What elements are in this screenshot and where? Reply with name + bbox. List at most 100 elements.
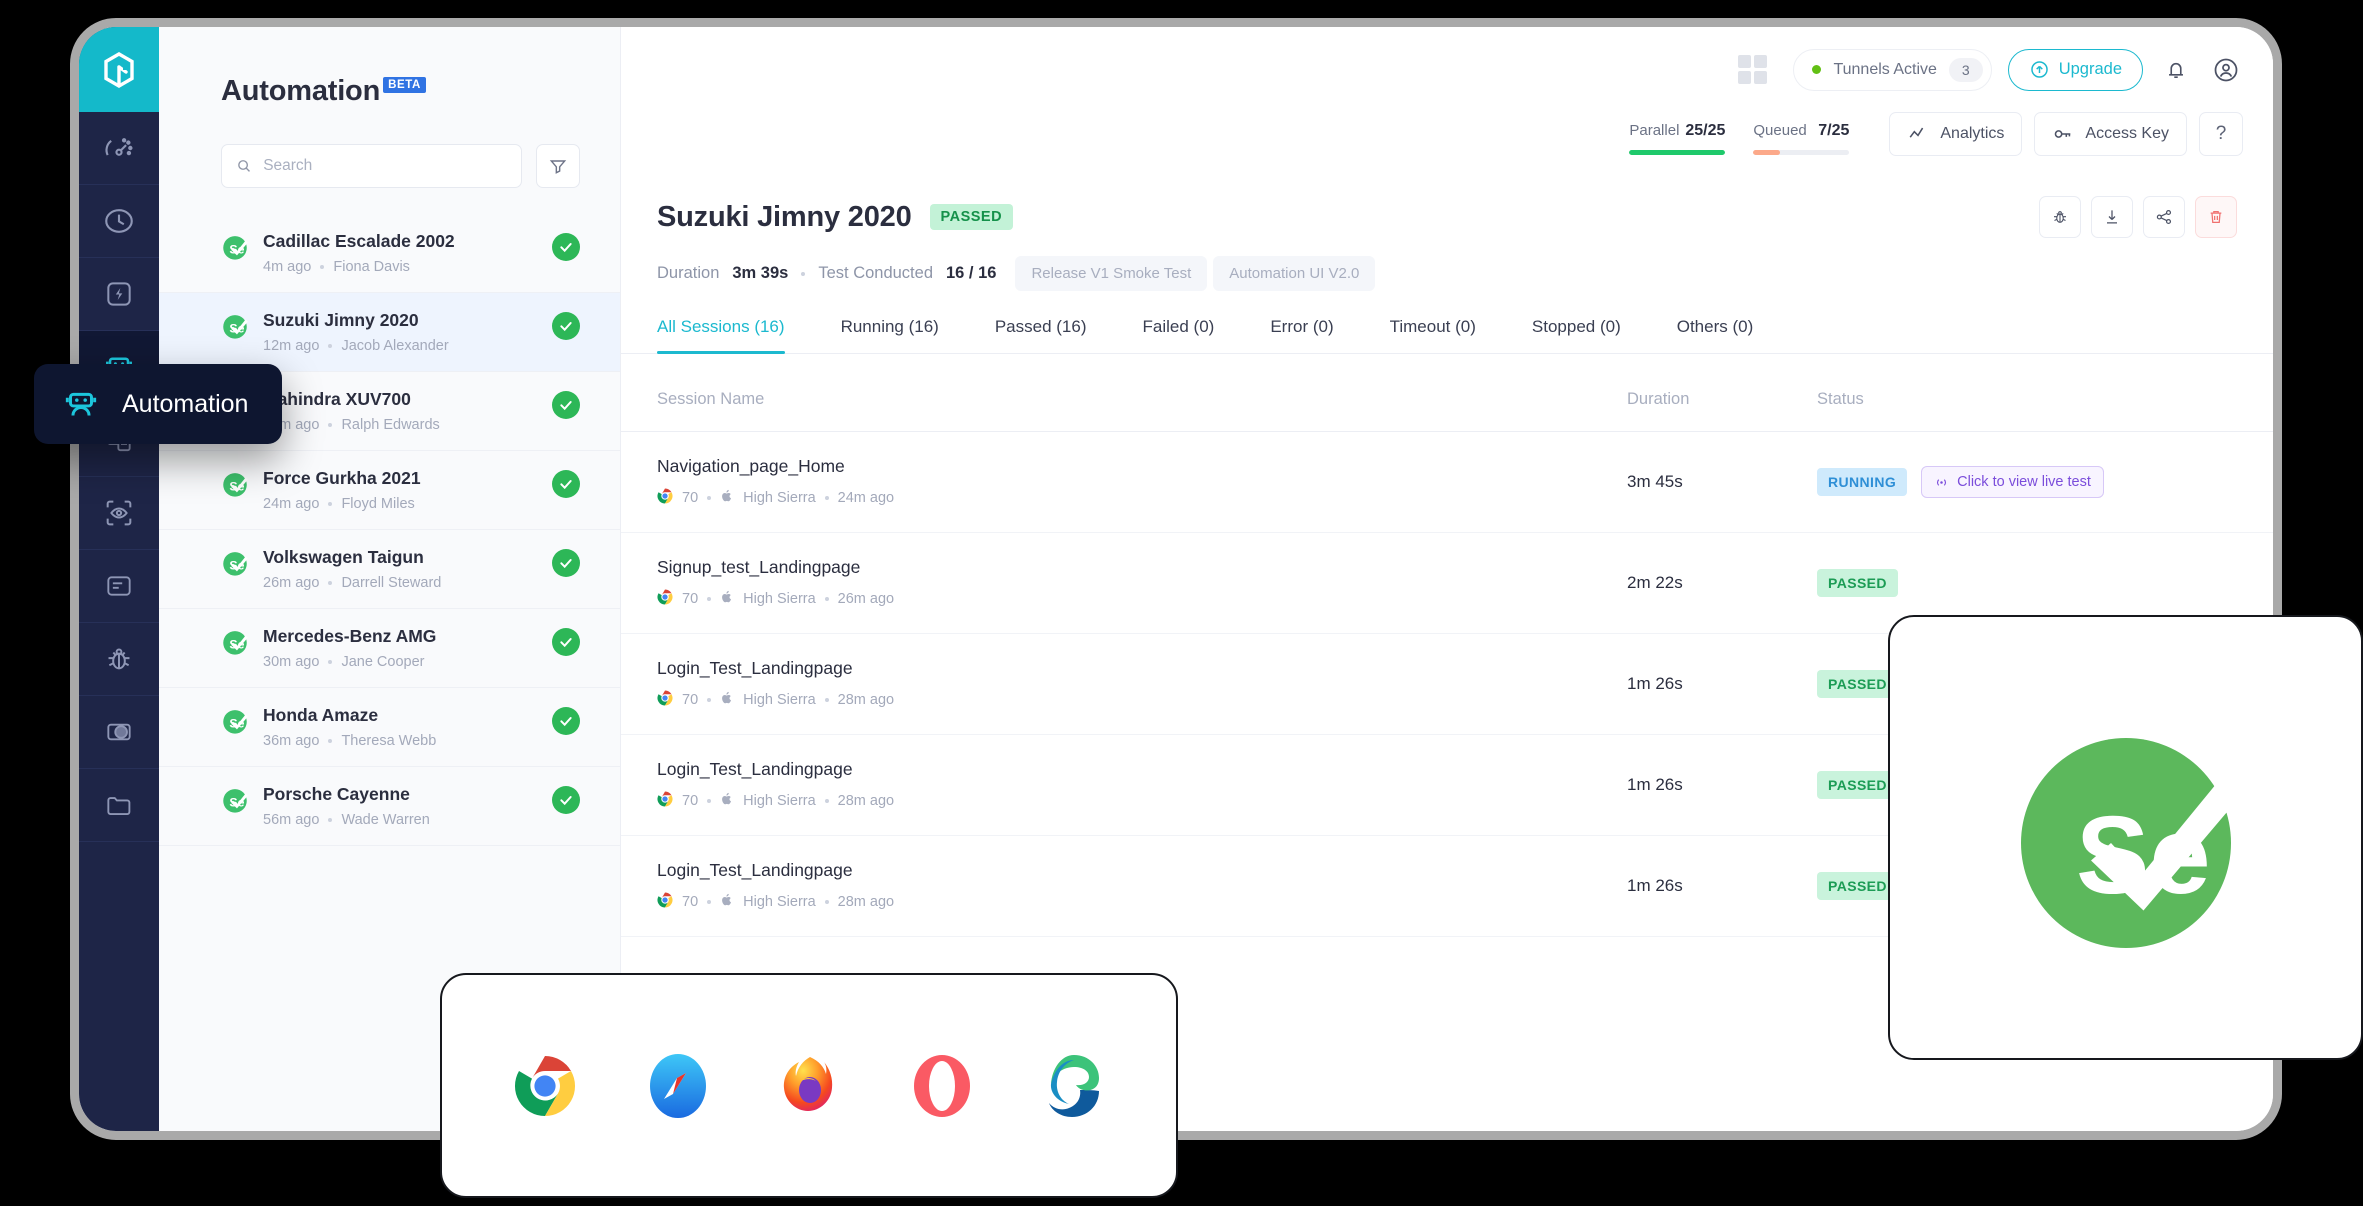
list-item[interactable]: Se Volkswagen Taigun 26m ago Darrell Ste… [159, 530, 620, 609]
top-bar: Tunnels Active 3 Upgrade [621, 27, 2273, 112]
tab-all[interactable]: All Sessions (16) [657, 317, 785, 354]
builds-panel-header: Automation BETA [159, 27, 620, 108]
tunnels-label: Tunnels Active [1833, 60, 1937, 78]
download-button[interactable] [2091, 196, 2133, 238]
tunnels-status[interactable]: Tunnels Active 3 [1793, 48, 1992, 91]
browser-support-card [440, 973, 1178, 1198]
status-badge [552, 707, 580, 735]
status-badge [552, 549, 580, 577]
selenium-badge-icon: Se [221, 628, 249, 661]
sidebar-item-history[interactable] [79, 185, 159, 258]
build-name: Honda Amaze [263, 705, 379, 725]
funnel-filter-icon [549, 160, 567, 174]
search-input[interactable] [263, 157, 507, 175]
search-box[interactable] [221, 144, 522, 188]
filter-button[interactable] [536, 144, 580, 188]
sidebar-item-appearance[interactable] [79, 696, 159, 769]
build-name: Cadillac Escalade 2002 [263, 231, 455, 251]
tooltip-label: Automation [122, 389, 249, 418]
build-meta: 26m ago Darrell Steward [263, 575, 538, 591]
build-meta: Duration 3m 39s Test Conducted 16 / 16 R… [657, 256, 2237, 291]
tab-passed[interactable]: Passed (16) [995, 317, 1087, 353]
session-name: Login_Test_Landingpage [657, 759, 853, 779]
build-tag[interactable]: Automation UI V2.0 [1213, 256, 1376, 291]
help-button[interactable]: ? [2199, 112, 2243, 156]
access-key-button[interactable]: Access Key [2034, 112, 2187, 156]
build-user: Fiona Davis [333, 259, 410, 275]
rail-item-list [79, 112, 159, 1131]
browser-icon-wrap [657, 892, 673, 912]
status-badge [552, 233, 580, 261]
upgrade-label: Upgrade [2058, 60, 2122, 78]
browser-version: 70 [682, 490, 699, 506]
notifications-button[interactable] [2159, 53, 2193, 87]
tab-timeout[interactable]: Timeout (0) [1390, 317, 1476, 353]
build-tag[interactable]: Release V1 Smoke Test [1015, 256, 1208, 291]
sidebar-item-visual-testing[interactable] [79, 477, 159, 550]
status-badge: PASSED [1817, 872, 1898, 900]
build-meta: 24m ago Floyd Miles [263, 496, 538, 512]
bell-icon [2169, 62, 2183, 78]
tab-running[interactable]: Running (16) [841, 317, 939, 353]
search-row [159, 108, 620, 188]
list-item[interactable]: Se Porsche Cayenne 56m ago Wade Warren [159, 767, 620, 846]
delete-button[interactable] [2195, 196, 2237, 238]
browser-version: 70 [682, 793, 699, 809]
grid-apps-icon[interactable] [1738, 55, 1768, 84]
build-meta: 30m ago Jane Cooper [263, 654, 538, 670]
build-user: Floyd Miles [341, 496, 415, 512]
svg-text:Se: Se [229, 558, 244, 572]
tab-others[interactable]: Others (0) [1677, 317, 1754, 353]
check-icon [560, 243, 572, 253]
parallel-value: 25/25 [1685, 122, 1726, 139]
duration-label: Duration [657, 264, 720, 282]
os-name: High Sierra [743, 591, 816, 607]
user-avatar-icon [2214, 58, 2238, 81]
session-cell-name: Login_Test_Landingpage 70 High Sierra 28… [657, 658, 1627, 710]
share-button[interactable] [2143, 196, 2185, 238]
tab-failed[interactable]: Failed (0) [1143, 317, 1215, 353]
build-time: 12m ago [263, 338, 320, 354]
tab-error[interactable]: Error (0) [1270, 317, 1333, 353]
svg-text:Se: Se [229, 795, 244, 809]
sidebar-item-issues[interactable] [79, 623, 159, 696]
session-name: Login_Test_Landingpage [657, 860, 853, 880]
sidebar-item-projects[interactable] [79, 769, 159, 842]
browser-icon-wrap [657, 791, 673, 811]
session-time: 28m ago [837, 692, 895, 708]
upgrade-button[interactable]: Upgrade [2007, 48, 2143, 91]
check-icon [560, 717, 572, 727]
column-header-status: Status [1817, 390, 1864, 408]
list-item[interactable]: Se Suzuki Jimny 2020 12m ago Jacob Alexa… [159, 293, 620, 372]
build-user: Wade Warren [341, 812, 430, 828]
session-filter-tabs: All Sessions (16) Running (16) Passed (16)… [621, 317, 2273, 354]
speedometer-icon [105, 138, 133, 156]
quota-stats-row: Parallel 25/25 Queued 7/25 Analytics Acc… [621, 112, 2273, 174]
meta-separator [801, 271, 806, 276]
robot-icon [65, 392, 97, 416]
account-button[interactable] [2209, 53, 2243, 87]
list-item[interactable]: Se Force Gurkha 2021 24m ago Floyd Miles [159, 451, 620, 530]
sidebar-item-dashboard[interactable] [79, 112, 159, 185]
list-item[interactable]: Se Mercedes-Benz AMG 30m ago Jane Cooper [159, 609, 620, 688]
table-row[interactable]: Navigation_page_Home 70 High Sierra 24m … [621, 432, 2273, 533]
chrome-icon [657, 690, 673, 706]
session-time: 24m ago [837, 490, 895, 506]
list-card-icon [107, 576, 131, 596]
build-name: Mercedes-Benz AMG [263, 626, 437, 646]
list-item[interactable]: Se Cadillac Escalade 2002 4m ago Fiona D… [159, 214, 620, 293]
app-logo[interactable] [79, 27, 159, 112]
queued-progress-bar [1753, 150, 1850, 155]
list-item[interactable]: Se Honda Amaze 36m ago Theresa Webb [159, 688, 620, 767]
browser-icon-wrap [657, 488, 673, 508]
build-time: 26m ago [263, 575, 320, 591]
session-duration: 1m 26s [1627, 775, 1683, 794]
access-key-label: Access Key [2085, 125, 2169, 142]
sidebar-item-reports[interactable] [79, 550, 159, 623]
view-live-test-button[interactable]: Click to view live test [1921, 466, 2104, 498]
tab-stopped[interactable]: Stopped (0) [1532, 317, 1621, 353]
analytics-button[interactable]: Analytics [1889, 112, 2023, 156]
report-bug-button[interactable] [2039, 196, 2081, 238]
sidebar-item-realtime[interactable] [79, 258, 159, 331]
parallel-progress-bar [1629, 150, 1726, 155]
